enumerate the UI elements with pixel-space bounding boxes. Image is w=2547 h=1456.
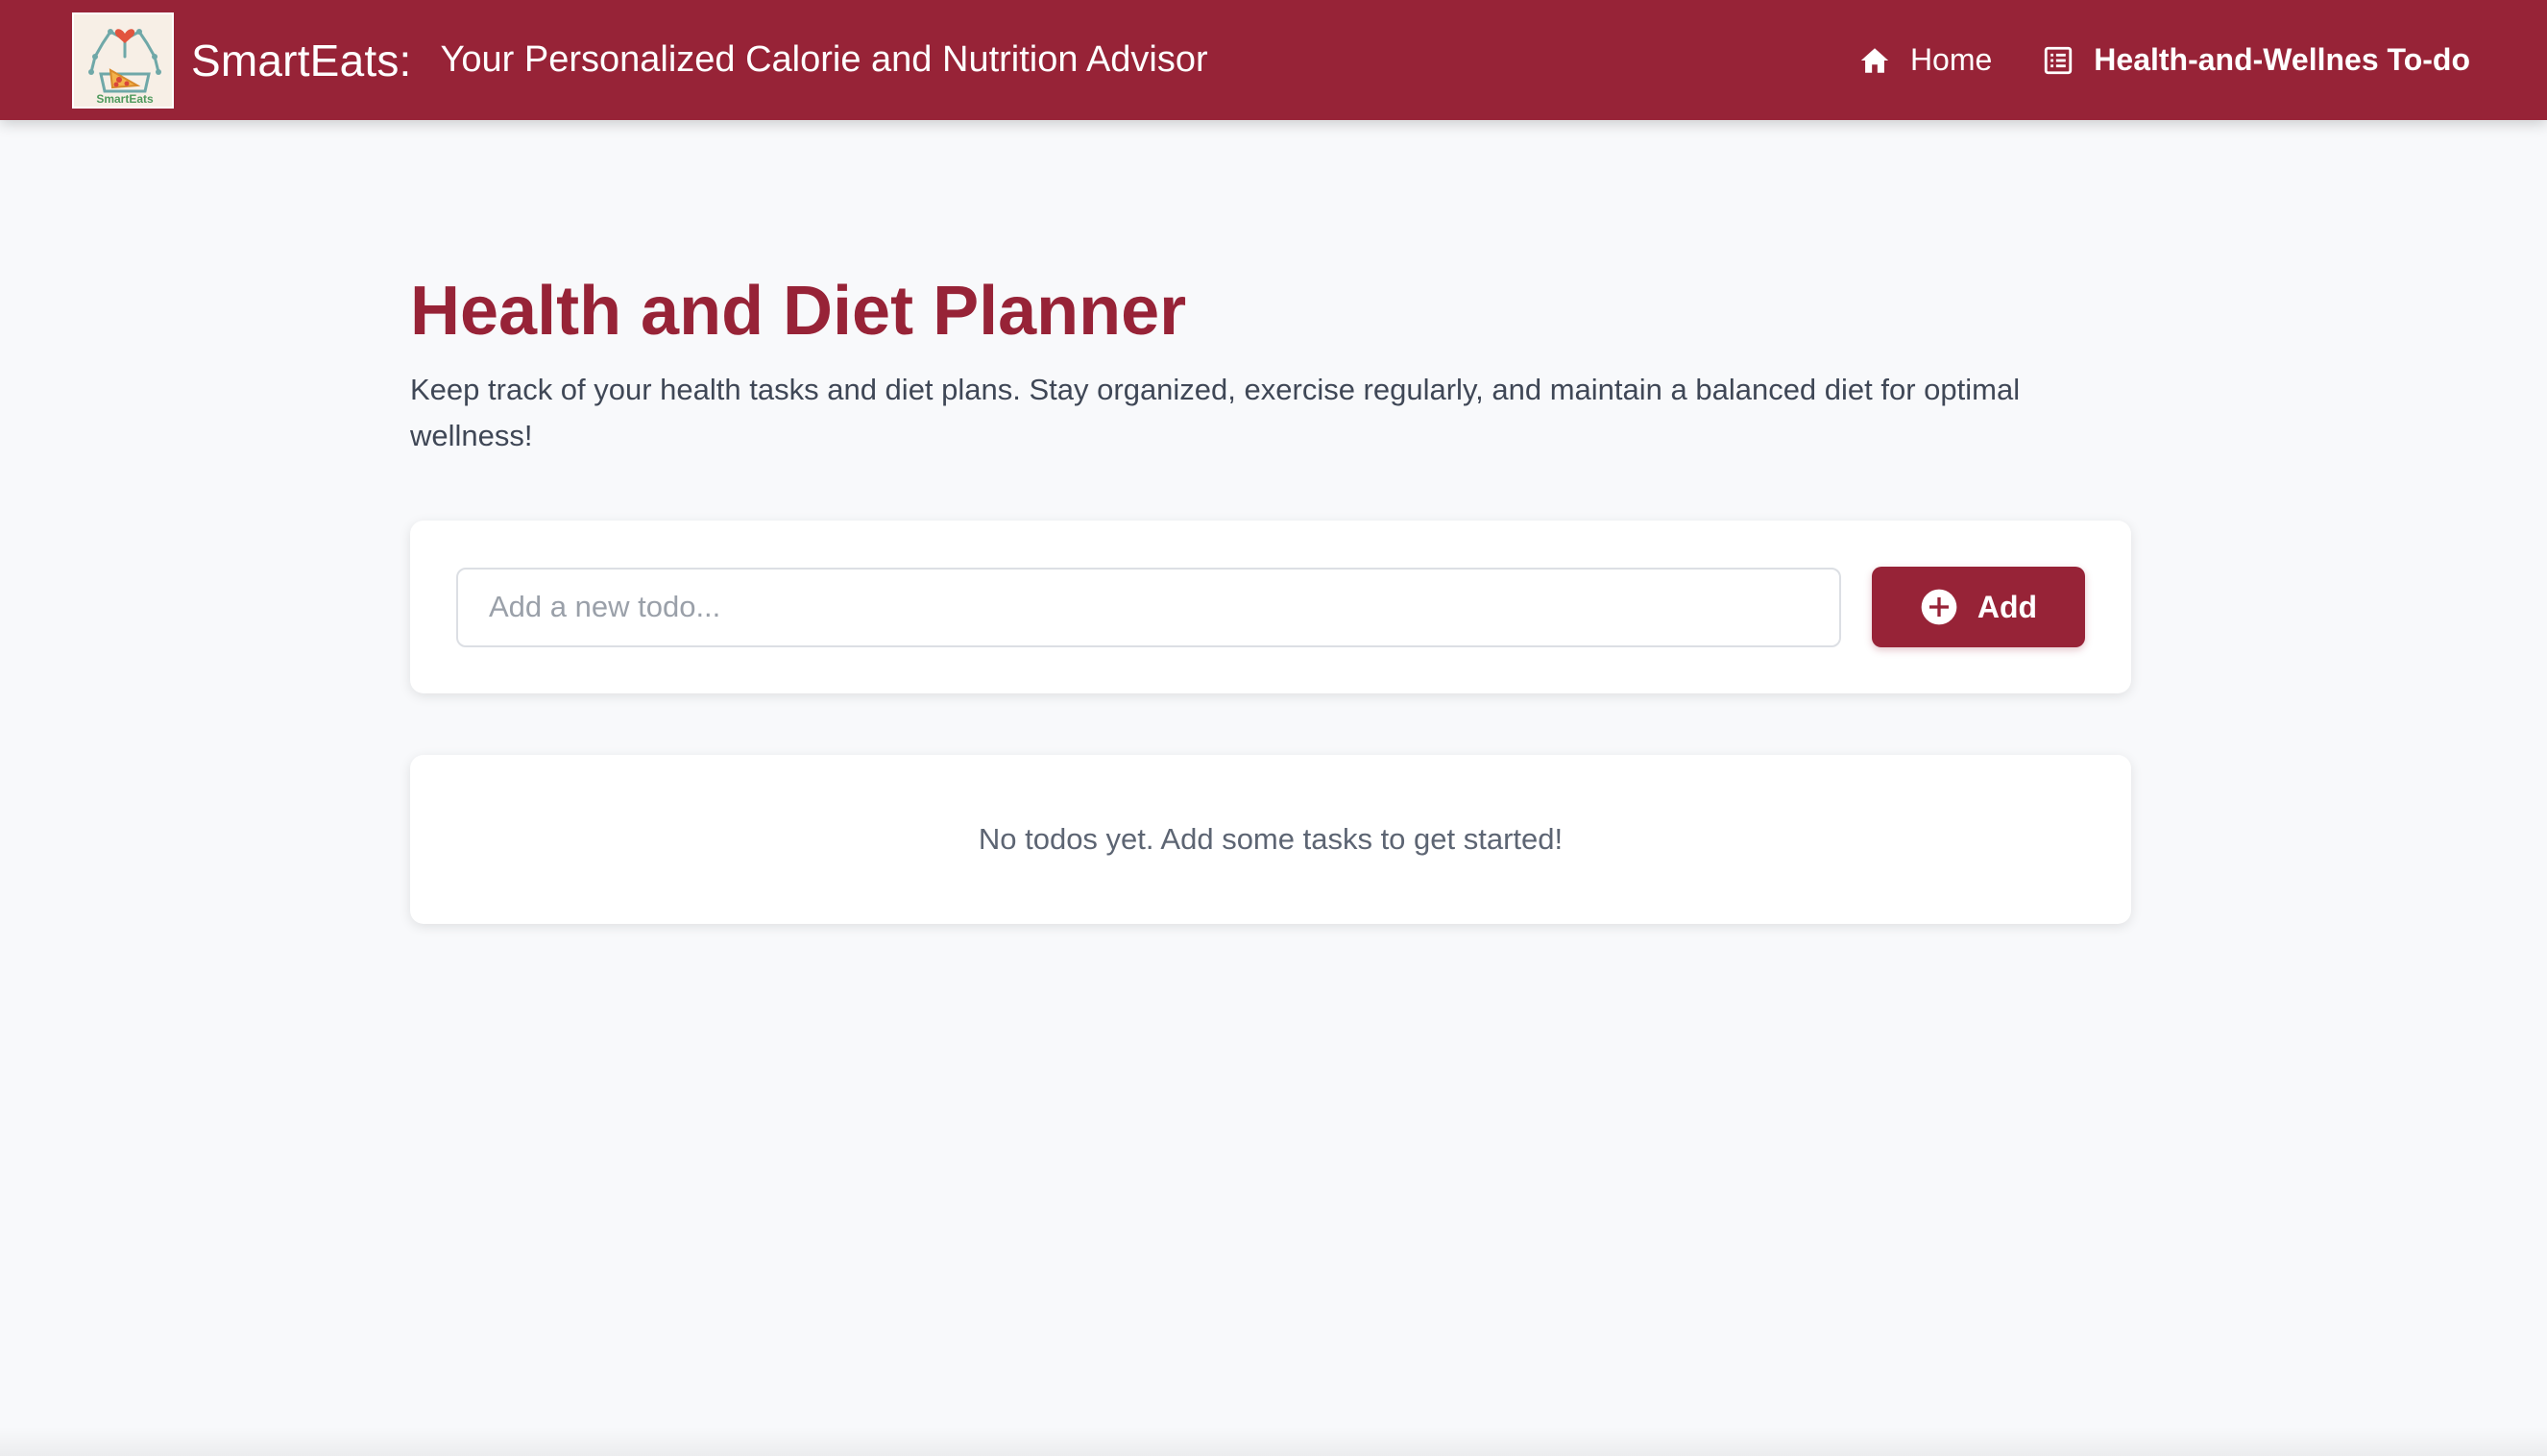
plus-circle-icon	[1920, 588, 1958, 626]
list-icon	[2042, 44, 2074, 77]
add-todo-button[interactable]: Add	[1872, 567, 2085, 647]
brand-name[interactable]: SmartEats:	[191, 35, 412, 86]
todo-list-card: No todos yet. Add some tasks to get star…	[410, 755, 2131, 924]
main-content: Health and Diet Planner Keep track of yo…	[410, 267, 2131, 924]
page-title: Health and Diet Planner	[410, 273, 1187, 350]
nav-todo-label: Health-and-Wellnes To-do	[2094, 42, 2470, 77]
empty-state-message: No todos yet. Add some tasks to get star…	[978, 822, 1564, 856]
brand[interactable]: SmartEats SmartEats: Your Personalized C…	[72, 12, 1208, 109]
nav-home-link[interactable]: Home	[1858, 42, 1992, 78]
add-button-label: Add	[1977, 589, 2038, 624]
page-description: Keep track of your health tasks and diet…	[410, 373, 2021, 452]
top-navbar: SmartEats SmartEats: Your Personalized C…	[0, 0, 2547, 120]
bottom-edge-shade	[0, 1427, 2547, 1456]
nav-links: Home Health-and-Wellnes To-do	[1858, 42, 2470, 78]
add-todo-card: Add	[410, 521, 2131, 693]
nav-todo-link[interactable]: Health-and-Wellnes To-do	[2042, 42, 2470, 78]
smarteats-logo[interactable]: SmartEats	[72, 12, 174, 109]
logo-text: SmartEats	[96, 91, 154, 106]
new-todo-input[interactable]	[456, 567, 1841, 647]
nav-home-label: Home	[1909, 42, 1993, 77]
brand-tagline: Your Personalized Calorie and Nutrition …	[440, 39, 1208, 80]
home-icon	[1858, 44, 1891, 77]
